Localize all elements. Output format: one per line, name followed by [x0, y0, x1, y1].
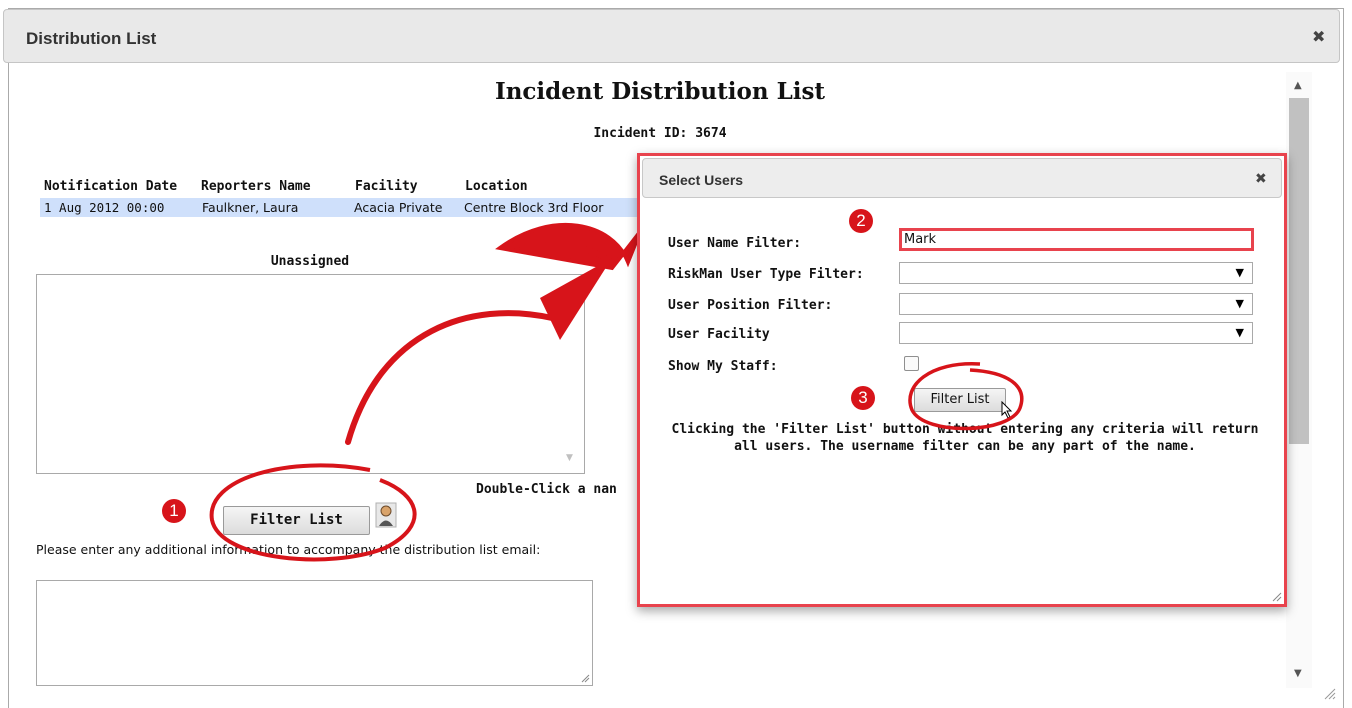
window-titlebar: Distribution List ✖	[3, 9, 1340, 63]
filter-list-button[interactable]: Filter List	[914, 388, 1006, 412]
column-header-location: Location	[465, 179, 528, 194]
close-icon[interactable]: ✖	[1312, 29, 1325, 45]
table-row[interactable]: 1 Aug 2012 00:00 Faulkner, Laura Acacia …	[40, 198, 640, 217]
resize-grip-icon[interactable]	[580, 673, 590, 683]
select-users-dialog: Select Users ✖ User Name Filter: Mark Ri…	[637, 153, 1287, 607]
unassigned-label: Unassigned	[270, 254, 350, 269]
window-title: Distribution List	[26, 29, 157, 48]
close-icon[interactable]: ✖	[1255, 172, 1267, 186]
cell-reporters-name: Faulkner, Laura	[202, 200, 299, 215]
dropdown-arrow-icon: ▼	[1235, 266, 1244, 279]
resize-grip-icon[interactable]	[1270, 590, 1282, 602]
incident-id: Incident ID: 3674	[593, 126, 727, 141]
user-facility-label: User Facility	[668, 327, 770, 342]
user-position-filter-select[interactable]: ▼	[899, 293, 1253, 315]
listbox-scrollbar[interactable]: ▲ ▼	[558, 275, 584, 473]
mouse-cursor-icon	[1001, 401, 1013, 419]
double-click-hint: Double-Click a nan	[476, 482, 617, 497]
dropdown-arrow-icon: ▼	[1235, 326, 1244, 339]
filter-list-button[interactable]: Filter List	[223, 506, 370, 535]
select-users-titlebar: Select Users ✖	[642, 158, 1282, 198]
cell-facility: Acacia Private	[354, 200, 443, 215]
cell-notification-date: 1 Aug 2012 00:00	[44, 200, 165, 215]
user-type-filter-select[interactable]: ▼	[899, 262, 1253, 284]
user-facility-select[interactable]: ▼	[899, 322, 1253, 344]
annotation-circle-3	[908, 362, 1024, 431]
annotation-step-3: 3	[851, 386, 875, 410]
column-header-notification-date: Notification Date	[44, 179, 178, 194]
person-icon[interactable]	[375, 502, 397, 528]
filter-hint-text: Clicking the 'Filter List' button withou…	[671, 422, 1259, 454]
scrollbar-thumb[interactable]	[1289, 98, 1309, 444]
scroll-up-icon[interactable]: ▲	[566, 281, 573, 291]
cell-location: Centre Block 3rd Floor	[464, 200, 604, 215]
scroll-down-icon[interactable]: ▼	[566, 453, 573, 463]
column-header-facility: Facility	[355, 179, 418, 194]
annotation-step-1: 1	[162, 499, 186, 523]
scroll-down-icon[interactable]: ▼	[1294, 668, 1302, 679]
show-my-staff-checkbox[interactable]	[904, 356, 919, 371]
page-scrollbar[interactable]: ▲ ▼	[1286, 72, 1312, 688]
user-type-filter-label: RiskMan User Type Filter:	[668, 267, 864, 282]
dropdown-arrow-icon: ▼	[1235, 297, 1244, 310]
scroll-up-icon[interactable]: ▲	[1294, 80, 1302, 91]
additional-info-label: Please enter any additional information …	[36, 542, 541, 557]
annotation-step-2: 2	[849, 209, 873, 233]
additional-info-textarea[interactable]	[36, 580, 593, 686]
user-position-filter-label: User Position Filter:	[668, 298, 833, 313]
page-title: Incident Distribution List	[494, 78, 826, 105]
unassigned-listbox[interactable]: ▲ ▼	[36, 274, 585, 474]
user-name-filter-input[interactable]: Mark	[899, 228, 1254, 251]
user-name-filter-label: User Name Filter:	[668, 236, 802, 251]
show-my-staff-label: Show My Staff:	[668, 359, 778, 374]
column-header-reporters-name: Reporters Name	[201, 179, 311, 194]
select-users-title: Select Users	[659, 172, 744, 188]
resize-grip-icon[interactable]	[1322, 686, 1336, 700]
